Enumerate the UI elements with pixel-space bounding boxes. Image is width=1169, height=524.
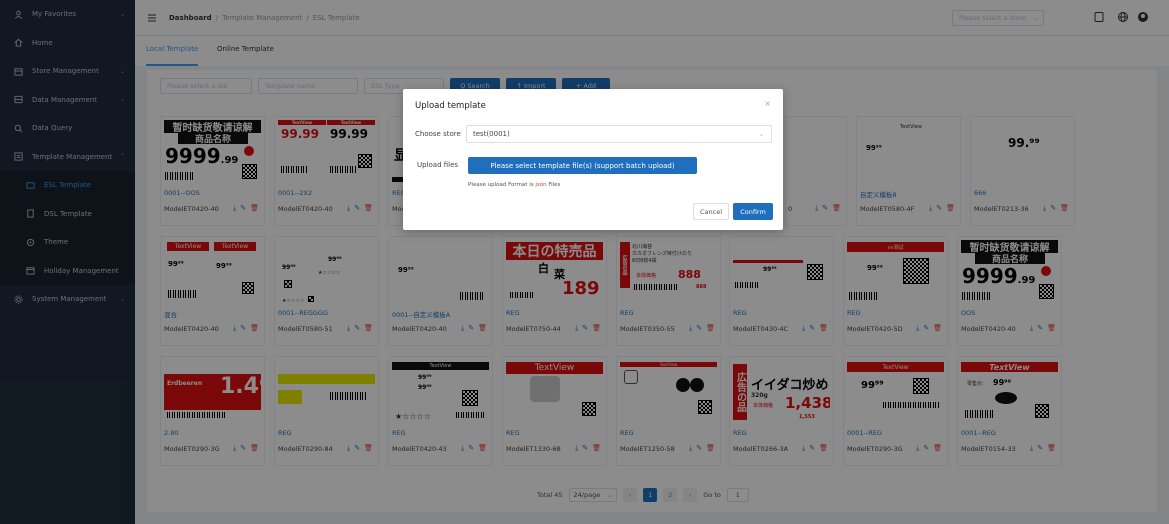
close-icon[interactable]: × [764,99,771,108]
upload-hint: Please upload Format is json Files [468,182,560,188]
upload-hint-prefix: Please upload Format is [468,182,536,188]
upload-hint-suffix: Files [546,182,561,188]
upload-hint-format: json [535,182,547,188]
confirm-button[interactable]: Confirm [733,203,773,220]
upload-files-label: Upload files [417,161,459,169]
choose-store-label: Choose store [415,130,461,138]
dialog-title: Upload template [415,101,486,111]
modal-overlay[interactable] [0,0,1169,524]
cancel-button[interactable]: Cancel [693,203,729,220]
chevron-down-icon: ⌄ [758,130,764,138]
choose-store-value: test(0001) [473,130,510,138]
choose-store-select[interactable]: test(0001) ⌄ [466,125,772,143]
upload-template-dialog: Upload template × Choose store test(0001… [403,89,783,230]
select-files-button[interactable]: Please select template file(s) (support … [468,157,697,174]
